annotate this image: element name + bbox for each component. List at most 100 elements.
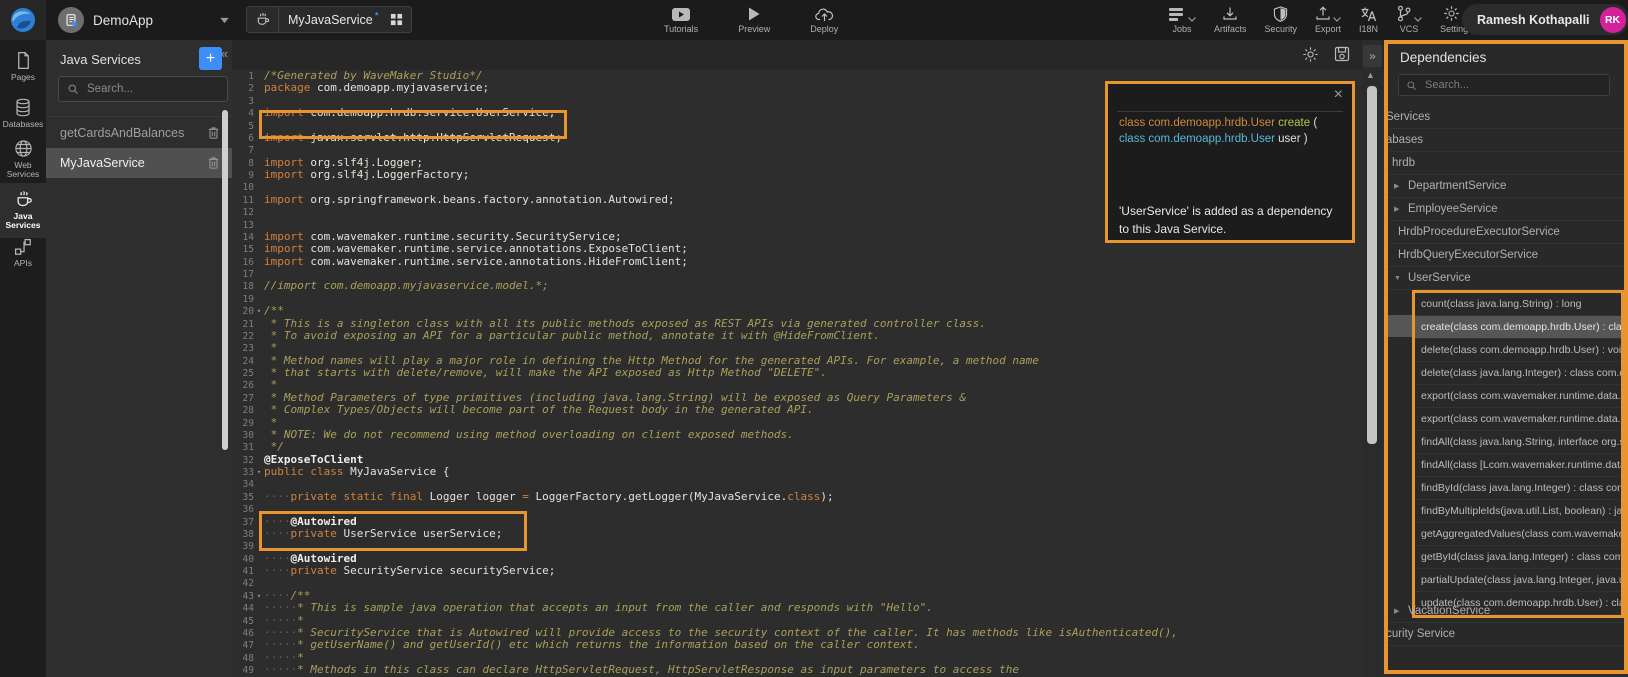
dependency-method-row[interactable]: findByMultipleIds(java.util.List, boolea… xyxy=(1415,500,1621,523)
dependency-search-input[interactable] xyxy=(1423,78,1602,92)
code-token: class xyxy=(787,490,820,503)
studio-logo[interactable] xyxy=(0,0,46,40)
tree-item-label: HrdbQueryExecutorService xyxy=(1388,249,1538,261)
code-token: org.slf4j.LoggerFactory; xyxy=(304,168,470,181)
action-vcs[interactable]: VCS xyxy=(1396,5,1422,34)
code-token: /** xyxy=(264,304,284,317)
dependency-method-row[interactable]: findAll(class [Lcom.wavemaker.runtime.da… xyxy=(1415,454,1621,477)
search-icon xyxy=(1406,80,1417,91)
selected-method-row-extension xyxy=(1388,315,1412,337)
code-line: 41····private SecurityService securitySe… xyxy=(232,565,1384,577)
top-bar: DemoApp ▼ MyJavaService* Tutorials Previe… xyxy=(0,0,1628,41)
line-number: 2 xyxy=(232,83,254,95)
action-artifacts[interactable]: Artifacts xyxy=(1214,5,1247,34)
line-number: 4 xyxy=(232,108,254,120)
code-token: import xyxy=(264,131,304,144)
code-token: * Method Parameters of type primitives (… xyxy=(264,391,966,404)
signature-token: create xyxy=(1275,117,1310,129)
action-i18n[interactable]: I18N xyxy=(1359,5,1378,34)
collapse-panel-button[interactable]: « xyxy=(221,46,228,61)
dependency-method-row[interactable]: getById(class java.lang.Integer) : class… xyxy=(1415,546,1621,569)
jobs-icon xyxy=(1168,7,1186,22)
delete-service-icon[interactable] xyxy=(207,126,220,140)
service-name: getCardsAndBalances xyxy=(60,126,207,140)
grid-layout-icon[interactable] xyxy=(381,13,411,26)
code-token: import xyxy=(264,242,304,255)
panel-scrollbar[interactable] xyxy=(222,110,228,450)
tree-item-vacationservice[interactable]: ▶VacationService xyxy=(1388,600,1624,623)
chevron-collapsed-icon: ▶ xyxy=(1388,182,1408,190)
code-line: 22 * To avoid exposing an API for a part… xyxy=(232,330,1384,342)
service-list-item[interactable]: MyJavaService xyxy=(46,148,232,178)
open-file-tab[interactable]: MyJavaService* xyxy=(246,6,412,33)
code-line: 42 xyxy=(232,577,1384,589)
dependency-method-row[interactable]: getAggregatedValues(class com.wavemaker.… xyxy=(1415,523,1621,546)
code-line: 33▾public class MyJavaService { xyxy=(232,466,1384,478)
java-cup-icon xyxy=(14,190,33,209)
line-number: 20 xyxy=(232,306,254,318)
action-security[interactable]: Security xyxy=(1265,5,1298,34)
dependency-method-row[interactable]: export(class com.wavemaker.runtime.data.… xyxy=(1415,408,1621,431)
tree-item-departmentservice[interactable]: ▶DepartmentService xyxy=(1388,175,1624,198)
user-menu[interactable]: Ramesh Kothapalli RK xyxy=(1462,4,1628,35)
editor-scrollbar-thumb[interactable] xyxy=(1367,86,1377,444)
tree-item-databases[interactable]: Databases xyxy=(1388,129,1624,152)
project-switcher[interactable]: DemoApp ▼ xyxy=(58,0,229,40)
action-preview[interactable]: Preview xyxy=(738,5,770,34)
dependency-search-box xyxy=(1398,74,1610,96)
action-tutorials[interactable]: Tutorials xyxy=(664,5,698,34)
add-service-button[interactable]: + xyxy=(199,47,222,70)
code-line: 49·····* Methods in this class can decla… xyxy=(232,664,1384,676)
sidebar-item-web-services[interactable]: Web Services xyxy=(0,139,46,180)
sidebar-item-label: Databases xyxy=(3,120,44,129)
service-list-item[interactable]: getCardsAndBalances xyxy=(46,118,232,148)
sidebar-item-pages[interactable]: Pages xyxy=(0,51,46,82)
popup-message: 'UserService' is added as a dependency t… xyxy=(1119,202,1332,238)
tree-item-hrdb[interactable]: hrdb xyxy=(1388,152,1624,175)
scroll-up-arrow[interactable]: ▲ xyxy=(1366,70,1375,80)
signature-token: class com.demoapp.hrdb.User xyxy=(1119,133,1275,145)
editor-settings-icon[interactable] xyxy=(1302,46,1319,63)
sidebar-item-apis[interactable]: APIs xyxy=(0,238,46,268)
dependency-method-row[interactable]: create(class com.demoapp.hrdb.User) : cl… xyxy=(1415,316,1621,339)
line-number: 23 xyxy=(232,343,254,355)
code-token: private static final xyxy=(291,490,423,503)
action-jobs[interactable]: Jobs xyxy=(1168,5,1196,34)
tree-item-services[interactable]: Services xyxy=(1388,106,1624,129)
tree-item-userservice[interactable]: ▼UserService xyxy=(1388,267,1624,290)
wave-logo-icon xyxy=(9,6,37,34)
play-icon xyxy=(747,6,761,22)
close-icon[interactable]: × xyxy=(1334,86,1343,104)
tree-item-employeeservice[interactable]: ▶EmployeeService xyxy=(1388,198,1624,221)
code-token: import xyxy=(264,156,304,169)
dependency-method-row[interactable]: partialUpdate(class java.lang.Integer, j… xyxy=(1415,569,1621,592)
editor-toolbar xyxy=(232,40,1384,70)
tree-item-hrdbprocedureexecutorservice[interactable]: HrdbProcedureExecutorService xyxy=(1388,221,1624,244)
service-search-input[interactable] xyxy=(85,82,219,96)
save-icon[interactable] xyxy=(1334,46,1350,62)
dependency-method-row[interactable]: findById(class java.lang.Integer) : clas… xyxy=(1415,477,1621,500)
dependency-method-row[interactable]: delete(class com.demoapp.hrdb.User) : vo… xyxy=(1415,339,1621,362)
fold-arrow-icon[interactable]: ▾ xyxy=(254,305,264,317)
code-token: com.wavemaker.runtime.security.SecurityS… xyxy=(304,230,622,243)
dependency-method-row[interactable]: count(class java.lang.String) : long xyxy=(1415,293,1621,316)
dependency-method-row[interactable]: export(class com.wavemaker.runtime.data.… xyxy=(1415,385,1621,408)
action-deploy[interactable]: Deploy xyxy=(810,5,838,34)
expand-panel-button[interactable]: » xyxy=(1363,45,1382,67)
dependency-method-row[interactable]: findAll(class java.lang.String, interfac… xyxy=(1415,431,1621,454)
tree-item-hrdbqueryexecutorservice[interactable]: HrdbQueryExecutorService xyxy=(1388,244,1624,267)
code-token: ···· xyxy=(264,490,291,503)
fold-arrow-icon[interactable]: ▾ xyxy=(254,590,264,602)
delete-service-icon[interactable] xyxy=(207,156,220,170)
dependency-method-row[interactable]: delete(class java.lang.Integer) : class … xyxy=(1415,362,1621,385)
sidebar-item-databases[interactable]: Databases xyxy=(0,98,46,129)
tree-item-security-service[interactable]: Security Service xyxy=(1388,623,1624,646)
fold-arrow-icon[interactable]: ▾ xyxy=(254,466,264,478)
sidebar-item-java-services[interactable]: Java Services xyxy=(0,183,46,238)
code-token: @Autowired xyxy=(291,552,357,565)
avatar: RK xyxy=(1600,7,1626,33)
action-export[interactable]: Export xyxy=(1315,5,1341,34)
code-token: * SecurityService that is Autowired will… xyxy=(297,626,1178,639)
code-token: com.wavemaker.runtime.service.annotation… xyxy=(304,242,688,255)
divider xyxy=(46,116,232,117)
